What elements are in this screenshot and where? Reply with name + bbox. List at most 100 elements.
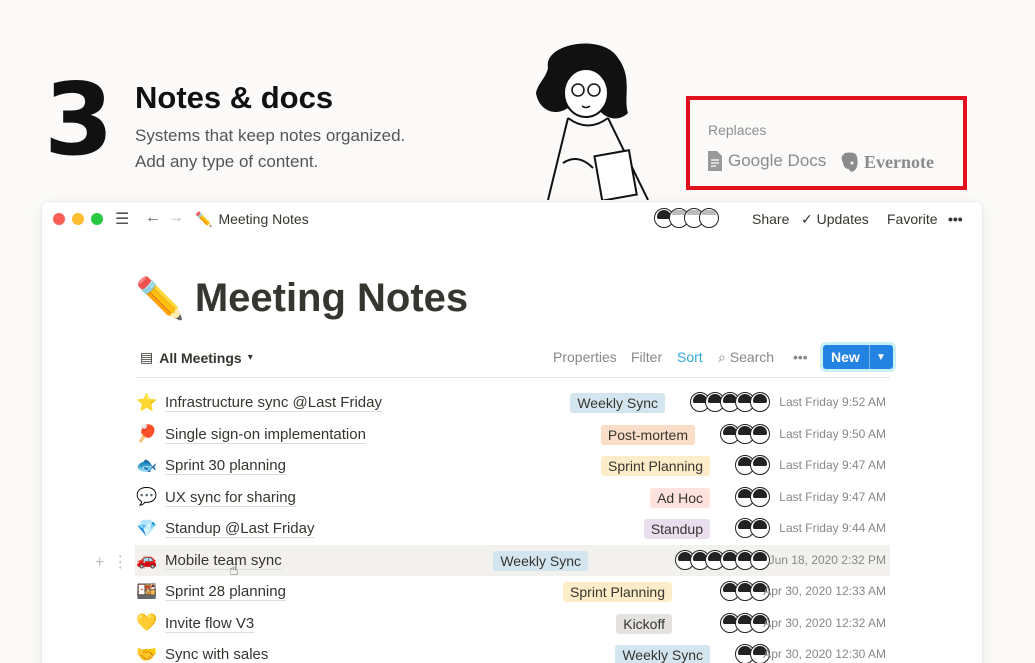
list-view-icon: ▤ (140, 349, 154, 365)
row-date: Jun 18, 2020 2:32 PM (768, 552, 886, 567)
google-docs-name: Google Docs (728, 151, 827, 170)
hand-cursor-icon: ☝ (229, 562, 239, 579)
person-illustration (536, 43, 649, 200)
updates-label: Updates (816, 211, 869, 227)
chevron-down-icon[interactable]: ▼ (869, 345, 886, 369)
row-date: Last Friday 9:47 AM (779, 489, 886, 504)
table-row[interactable]: 💎 Standup @Last Friday Standup Last Friday … (135, 513, 890, 544)
properties-button[interactable]: Properties (553, 349, 617, 365)
section-title: Notes & docs (135, 80, 334, 115)
sort-button[interactable]: Sort (677, 349, 703, 365)
row-icon: 💛 (136, 613, 158, 632)
row-date: Last Friday 9:50 AM (779, 426, 886, 441)
description-line-2: Add any type of content. (135, 152, 319, 171)
updates-button[interactable]: ✓ Updates (801, 211, 869, 228)
table-row[interactable]: 🏓 Single sign-on implementation Post-morte… (135, 419, 890, 450)
row-title[interactable]: Single sign-on implementation (165, 426, 366, 443)
attendee-avatars (675, 549, 770, 570)
row-title[interactable]: Infrastructure sync @Last Friday (165, 394, 382, 411)
replaces-box: Replaces Google Docs Evernote (686, 96, 967, 190)
more-options-icon[interactable]: ••• (793, 349, 808, 365)
row-date: Apr 30, 2020 12:32 AM (763, 615, 886, 630)
row-icon: 🍱 (136, 581, 158, 601)
row-date: Last Friday 9:47 AM (779, 458, 886, 472)
table-row[interactable]: 🚗 Mobile team sync Weekly Sync Jun 18, 2020… (135, 544, 890, 576)
avatar (750, 549, 770, 570)
section-description: Systems that keep notes organized. Add a… (135, 123, 405, 175)
type-tag: Standup (643, 519, 710, 539)
row-title[interactable]: Sprint 30 planning (165, 457, 286, 474)
row-date: Apr 30, 2020 12:30 AM (763, 647, 886, 661)
database-toolbar: ▤ All Meetings ▾ Properties Filter Sort … (135, 342, 893, 378)
row-icon: 🏓 (136, 424, 158, 443)
row-icon: 🤝 (136, 644, 158, 663)
new-button[interactable]: New ▼ (823, 345, 893, 369)
row-icon: 🐟 (136, 455, 158, 475)
attendee-avatars (735, 486, 770, 507)
row-icon: 💬 (136, 487, 158, 506)
minimize-window-button[interactable] (72, 213, 84, 225)
search-icon: ⌕ (718, 349, 730, 365)
row-icon: ⭐ (136, 392, 158, 412)
avatar (750, 423, 770, 444)
attendee-avatars (720, 423, 770, 444)
pencil-icon: ✏️ (195, 211, 213, 227)
close-window-button[interactable] (53, 213, 65, 225)
row-title[interactable]: Invite flow V3 (165, 615, 254, 632)
type-tag: Sprint Planning (563, 582, 672, 602)
top-bar: ☰ ← → ✏️ Meeting Notes Share ✓ Updates F… (42, 202, 982, 236)
doc-icon (708, 151, 722, 171)
row-date: Apr 30, 2020 12:33 AM (763, 584, 886, 598)
forward-arrow-icon[interactable]: → (168, 209, 184, 227)
view-selector[interactable]: ▤ All Meetings ▾ (140, 349, 253, 366)
share-button[interactable]: Share (752, 211, 789, 227)
table-row[interactable]: 🍱 Sprint 28 planning Sprint Planning Apr 30… (135, 576, 890, 607)
search-button[interactable]: ⌕ Search (718, 349, 774, 366)
row-title[interactable]: Standup @Last Friday (165, 520, 314, 537)
chevron-down-icon: ▾ (247, 352, 253, 363)
check-icon: ✓ (801, 211, 817, 227)
row-date: Last Friday 9:52 AM (779, 395, 886, 409)
attendee-avatars (735, 518, 770, 538)
maximize-window-button[interactable] (91, 213, 103, 225)
sidebar-menu-icon[interactable]: ☰ (115, 209, 129, 229)
avatar (750, 486, 770, 507)
page-title-text: Meeting Notes (194, 276, 469, 320)
evernote-name: Evernote (864, 151, 934, 172)
breadcrumb-label: Meeting Notes (218, 211, 309, 227)
more-options-icon[interactable]: ••• (948, 211, 963, 227)
new-label: New (831, 349, 860, 365)
app-window: ☰ ← → ✏️ Meeting Notes Share ✓ Updates F… (42, 202, 982, 663)
breadcrumb[interactable]: ✏️ Meeting Notes (195, 211, 309, 228)
google-docs-logo: Google Docs (708, 151, 826, 171)
type-tag: Sprint Planning (601, 456, 710, 476)
back-arrow-icon[interactable]: ← (145, 209, 161, 227)
filter-button[interactable]: Filter (631, 349, 662, 365)
avatar (750, 392, 770, 412)
avatar (750, 455, 770, 475)
drag-handle-icon[interactable]: +⋮⋮ (95, 552, 160, 572)
type-tag: Kickoff (616, 613, 672, 634)
table-row[interactable]: 🤝 Sync with sales Weekly Sync Apr 30, 2020 … (135, 639, 890, 663)
row-title[interactable]: Mobile team sync (165, 552, 282, 569)
attendee-avatars (735, 455, 770, 475)
step-number: 3 (44, 61, 114, 178)
avatar (750, 518, 770, 538)
evernote-logo: Evernote (840, 151, 934, 173)
favorite-button[interactable]: Favorite (887, 211, 938, 227)
table-row[interactable]: 🐟 Sprint 30 planning Sprint Planning Last F… (135, 450, 890, 481)
table-row[interactable]: ⭐ Infrastructure sync @Last Friday Weekly … (135, 387, 890, 418)
row-icon: 💎 (136, 518, 158, 538)
type-tag: Weekly Sync (570, 393, 665, 413)
table-row[interactable]: 💬 UX sync for sharing Ad Hoc Last Friday 9:… (135, 482, 890, 513)
collaborator-avatars[interactable] (654, 208, 719, 228)
description-line-1: Systems that keep notes organized. (135, 126, 406, 145)
row-title[interactable]: UX sync for sharing (165, 489, 296, 506)
row-title[interactable]: Sync with sales (165, 646, 268, 663)
row-title[interactable]: Sprint 28 planning (165, 583, 286, 600)
elephant-icon (841, 152, 858, 172)
pencil-icon: ✏️ (135, 277, 185, 321)
type-tag: Ad Hoc (650, 487, 710, 508)
search-label: Search (729, 349, 775, 365)
table-row[interactable]: 💛 Invite flow V3 Kickoff Apr 30, 2020 12:32… (135, 608, 890, 639)
